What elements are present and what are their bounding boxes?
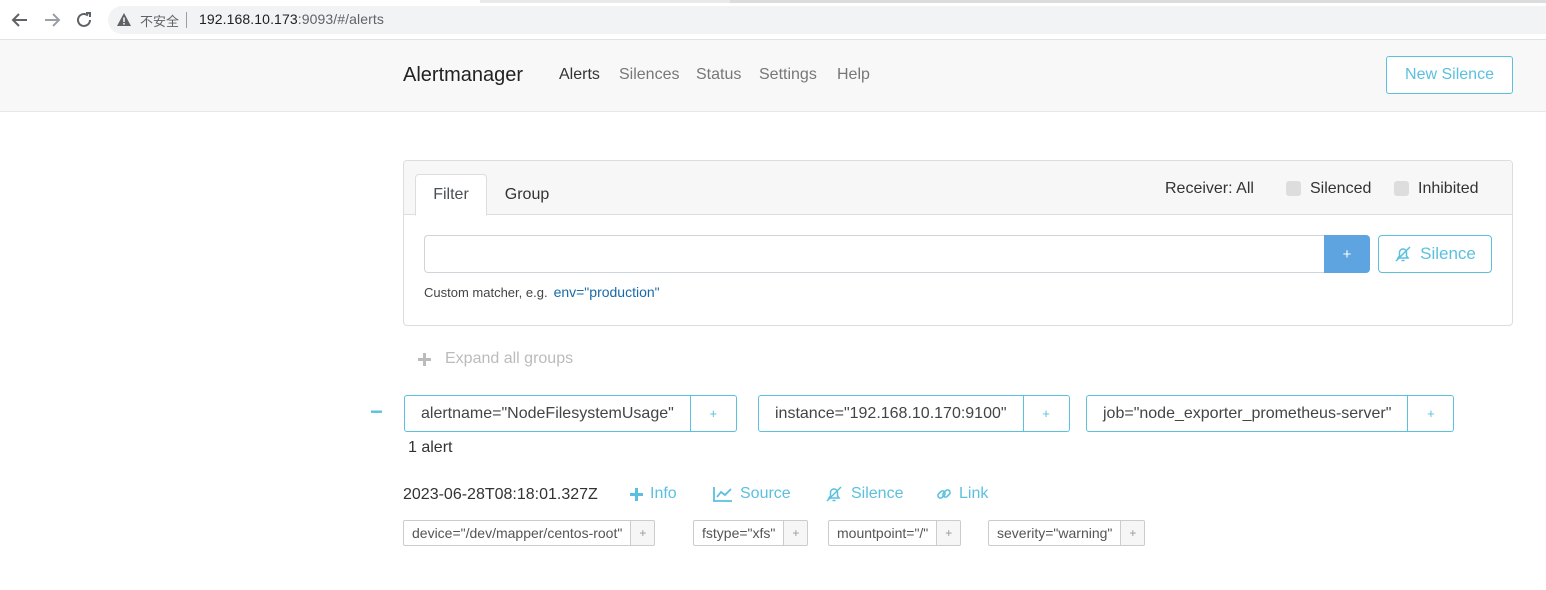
url-host: 192.168.10.173 <box>199 11 298 27</box>
inhibited-checkbox[interactable] <box>1394 181 1409 196</box>
inhibited-label[interactable]: Inhibited <box>1418 180 1479 198</box>
forward-arrow-icon[interactable] <box>42 10 62 30</box>
alert-label-add-button[interactable]: + <box>784 520 809 546</box>
expand-all-label: Expand all groups <box>445 350 574 367</box>
tab-strip-edge <box>480 0 730 3</box>
back-arrow-icon[interactable] <box>10 10 30 30</box>
filter-card: Filter Group Receiver: All Silenced Inhi… <box>403 160 1513 326</box>
group-label-add-button[interactable]: + <box>1023 395 1070 432</box>
silence-filter-label: Silence <box>1420 244 1476 263</box>
tab-group[interactable]: Group <box>492 174 562 216</box>
expand-all-groups-button[interactable]: Expand all groups <box>418 350 573 368</box>
reload-icon[interactable] <box>74 10 94 30</box>
group-label-text[interactable]: instance="192.168.10.170:9100" <box>758 395 1024 432</box>
bell-slash-icon <box>826 486 842 502</box>
group-label-text[interactable]: job="node_exporter_prometheus-server" <box>1086 395 1409 432</box>
nav-help[interactable]: Help <box>837 66 870 84</box>
line-chart-icon <box>713 487 732 502</box>
add-matcher-button[interactable]: + <box>1324 235 1370 273</box>
alert-count: 1 alert <box>408 439 453 456</box>
silence-alert-button[interactable]: Silence <box>824 485 903 503</box>
alert-label-severity: severity="warning" + <box>988 520 1146 546</box>
alert-label-fstype: fstype="xfs" + <box>693 520 809 546</box>
group-label-add-button[interactable]: + <box>1408 395 1455 432</box>
nav-alerts[interactable]: Alerts <box>559 66 600 84</box>
link-button[interactable]: Link <box>936 485 988 503</box>
silenced-checkbox[interactable] <box>1286 181 1301 196</box>
tab-strip-edge <box>730 0 1546 3</box>
alert-label-add-button[interactable]: + <box>937 520 962 546</box>
nav-status[interactable]: Status <box>696 66 741 84</box>
source-label: Source <box>740 485 791 502</box>
plus-icon <box>630 487 643 501</box>
brand-title[interactable]: Alertmanager <box>403 64 523 87</box>
nav-settings[interactable]: Settings <box>759 66 817 84</box>
plus-icon <box>418 352 431 366</box>
info-button[interactable]: Info <box>630 485 677 503</box>
collapse-group-icon[interactable]: − <box>370 401 384 423</box>
bell-slash-icon <box>1395 246 1411 262</box>
alert-label-text[interactable]: severity="warning" <box>988 520 1122 546</box>
alert-label-text[interactable]: device="/dev/mapper/centos-root" <box>403 520 632 546</box>
hint-text: Custom matcher, e.g. <box>424 285 548 300</box>
silenced-label[interactable]: Silenced <box>1310 180 1371 198</box>
filter-input[interactable] <box>424 235 1326 273</box>
group-label-text[interactable]: alertname="NodeFilesystemUsage" <box>404 395 691 432</box>
filter-card-header: Filter Group Receiver: All Silenced Inhi… <box>404 161 1512 216</box>
alert-label-mountpoint: mountpoint="/" + <box>828 520 962 546</box>
receiver-selector[interactable]: Receiver: All <box>1165 180 1254 198</box>
url-path: :9093/#/alerts <box>297 11 384 27</box>
source-button[interactable]: Source <box>713 485 791 503</box>
silence-alert-label: Silence <box>851 485 904 502</box>
alert-label-add-button[interactable]: + <box>631 520 656 546</box>
alert-label-add-button[interactable]: + <box>1121 520 1146 546</box>
group-label-alertname: alertname="NodeFilesystemUsage" + <box>404 395 737 432</box>
insecure-label[interactable]: 不安全 <box>140 11 179 30</box>
alert-label-device: device="/dev/mapper/centos-root" + <box>403 520 656 546</box>
group-label-instance: instance="192.168.10.170:9100" + <box>758 395 1070 432</box>
group-label-job: job="node_exporter_prometheus-server" + <box>1086 395 1455 432</box>
alert-label-text[interactable]: mountpoint="/" <box>828 520 938 546</box>
link-icon <box>937 489 951 499</box>
browser-toolbar: 不安全 192.168.10.173:9093/#/alerts <box>0 0 1546 40</box>
url-text[interactable]: 192.168.10.173:9093/#/alerts <box>199 11 384 27</box>
alert-label-text[interactable]: fstype="xfs" <box>693 520 785 546</box>
warning-icon[interactable] <box>116 12 132 28</box>
silence-filter-button[interactable]: Silence <box>1378 235 1492 273</box>
hint-example: env="production" <box>553 284 660 300</box>
group-label-add-button[interactable]: + <box>690 395 737 432</box>
app-navbar: Alertmanager Alerts Silences Status Sett… <box>0 40 1546 112</box>
alert-timestamp: 2023-06-28T08:18:01.327Z <box>403 486 598 503</box>
tab-filter[interactable]: Filter <box>415 174 487 216</box>
info-label: Info <box>650 485 677 502</box>
nav-silences[interactable]: Silences <box>619 66 679 84</box>
link-label: Link <box>959 485 989 502</box>
address-separator <box>186 12 187 28</box>
matcher-hint: Custom matcher, e.g. env="production" <box>424 284 660 300</box>
new-silence-button[interactable]: New Silence <box>1386 56 1513 94</box>
